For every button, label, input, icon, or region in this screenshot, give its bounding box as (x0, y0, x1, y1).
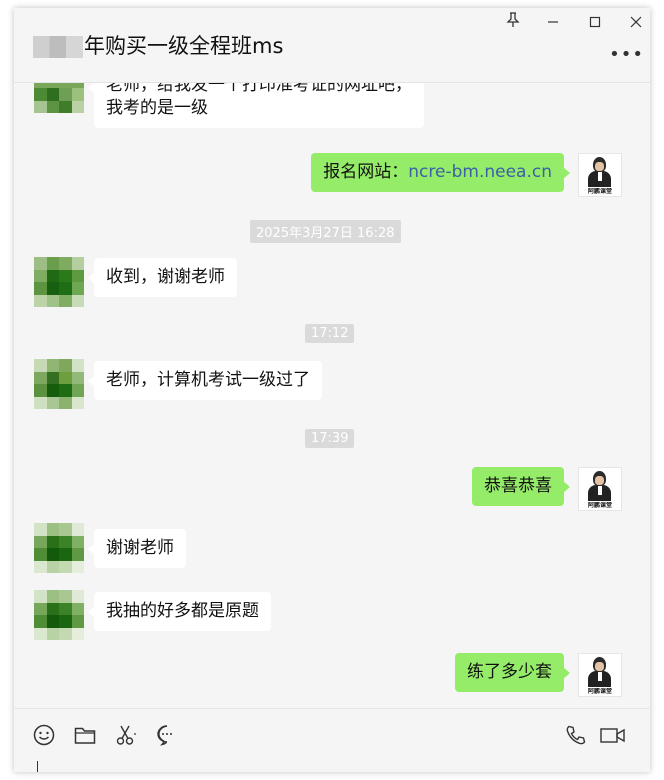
avatar-tag: 阿鹏课堂 (587, 188, 612, 195)
message-text: 谢谢老师 (106, 538, 174, 558)
message-text: 报名网站： (323, 162, 409, 182)
pin-icon[interactable] (501, 12, 525, 34)
emoji-icon[interactable] (32, 723, 56, 747)
message-text: 练了多少套 (467, 662, 552, 682)
close-icon[interactable] (624, 12, 648, 34)
message-line: 老师，给我发一个打印准考证的网址吧， (106, 83, 412, 95)
my-avatar[interactable]: 阿鹏课堂 (578, 653, 622, 697)
title-bar: 年购买一级全程班ms ••• (14, 8, 650, 83)
message-text: 我抽的好多都是原题 (106, 601, 259, 621)
text-input-cursor[interactable] (37, 761, 38, 772)
message-bubble-incoming[interactable]: 谢谢老师 (88, 529, 186, 568)
contact-avatar[interactable] (34, 359, 84, 409)
minimize-icon[interactable] (541, 12, 565, 34)
message-bubble-outgoing[interactable]: 恭喜恭喜 (472, 467, 570, 506)
more-options-icon[interactable]: ••• (609, 44, 644, 65)
chat-history-icon[interactable] (155, 723, 179, 747)
folder-icon[interactable] (73, 723, 97, 747)
message-bubble-incoming[interactable]: 我抽的好多都是原题 (88, 592, 271, 631)
message-bubble-incoming[interactable]: 老师，给我发一个打印准考证的网址吧， 我考的是一级 (88, 83, 424, 128)
timestamp: 2025年3月27日 16:28 (250, 220, 401, 243)
blurred-contact-name (33, 36, 83, 58)
maximize-icon[interactable] (583, 12, 607, 34)
timestamp: 17:12 (305, 324, 355, 343)
phone-icon[interactable] (564, 723, 588, 747)
message-text: 老师，计算机考试一级过了 (106, 370, 310, 390)
website-link[interactable]: ncre-bm.neea.cn (408, 162, 552, 182)
contact-avatar[interactable] (34, 257, 84, 307)
message-text: 恭喜恭喜 (484, 476, 552, 496)
message-text: 收到，谢谢老师 (106, 267, 225, 287)
chat-title: 年购买一级全程班ms (84, 34, 284, 58)
scissors-icon[interactable] (114, 723, 138, 747)
message-bubble-outgoing[interactable]: 练了多少套 (455, 653, 570, 692)
contact-avatar[interactable] (34, 590, 84, 640)
my-avatar[interactable]: 阿鹏课堂 (578, 467, 622, 511)
avatar-tag: 阿鹏课堂 (587, 688, 612, 695)
chat-window: 年购买一级全程班ms ••• 老师，给我发一个打印准考证的网址吧， 我考的是一级… (14, 8, 650, 772)
input-toolbar (14, 708, 650, 772)
message-bubble-incoming[interactable]: 收到，谢谢老师 (88, 258, 237, 297)
timestamp: 17:39 (305, 429, 355, 448)
contact-avatar[interactable] (34, 523, 84, 573)
message-line: 我考的是一级 (106, 98, 208, 118)
video-call-icon[interactable] (599, 723, 627, 747)
avatar-tag: 阿鹏课堂 (587, 502, 612, 509)
message-list[interactable]: 老师，给我发一个打印准考证的网址吧， 我考的是一级 报名网站：ncre-bm.n… (14, 83, 650, 707)
message-bubble-outgoing[interactable]: 报名网站：ncre-bm.neea.cn (311, 153, 570, 192)
my-avatar[interactable]: 阿鹏课堂 (578, 153, 622, 197)
message-bubble-incoming[interactable]: 老师，计算机考试一级过了 (88, 361, 322, 400)
contact-avatar[interactable] (34, 83, 84, 113)
